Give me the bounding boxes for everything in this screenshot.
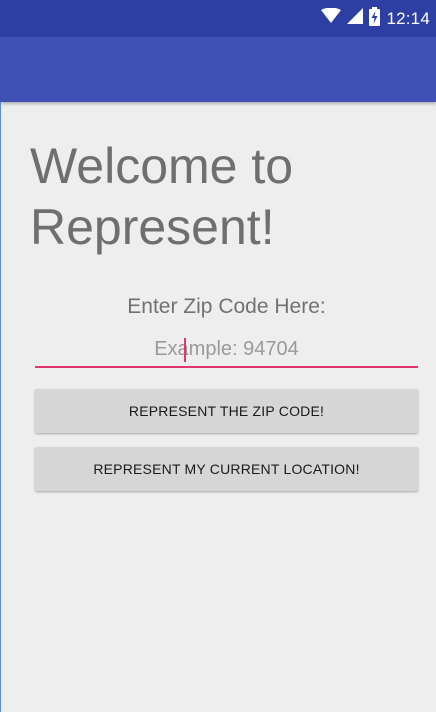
welcome-title: Welcome to Represent! (30, 138, 294, 255)
wifi-icon (321, 7, 342, 29)
represent-location-button[interactable]: REPRESENT MY CURRENT LOCATION! (35, 447, 418, 491)
status-bar: 12:14 (0, 0, 436, 37)
status-icons: 12:14 (321, 0, 430, 37)
text-cursor (184, 338, 186, 362)
represent-zip-button[interactable]: REPRESENT THE ZIP CODE! (35, 389, 418, 433)
app-bar (0, 37, 436, 102)
status-time: 12:14 (386, 8, 430, 28)
window-edge (0, 102, 1, 712)
cell-signal-icon (347, 8, 364, 29)
zip-input-container (35, 333, 418, 371)
zip-code-input[interactable] (35, 333, 418, 368)
zip-code-label: Enter Zip Code Here: (127, 295, 326, 318)
battery-charging-icon (369, 6, 381, 31)
app-screen: 12:14 Welcome to Represent! Enter Zip Co… (0, 0, 436, 712)
